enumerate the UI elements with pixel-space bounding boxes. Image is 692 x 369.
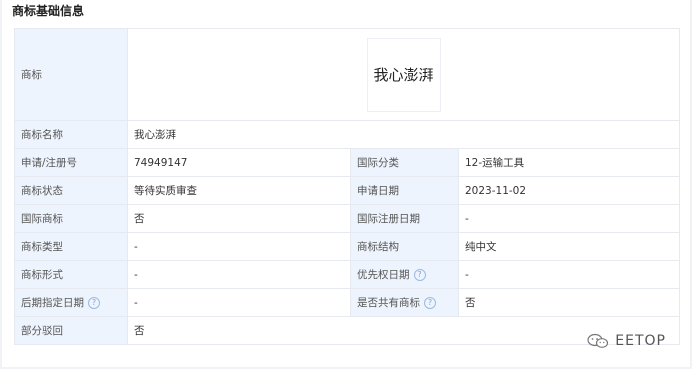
field-value: 我心澎湃 [127,120,680,149]
logo-cell: 我心澎湃 [127,28,680,121]
field-label: 国际商标 [14,204,128,233]
trademark-info-table: 商标 我心澎湃 商标名称 我心澎湃 申请/注册号 74949147 国际分类 1… [14,28,680,345]
field-label: 国际分类 [350,148,459,177]
field-label: 优先权日期 [357,269,410,281]
logo-label: 商标 [14,28,128,121]
field-value: - [127,260,351,289]
field-value: 否 [458,288,680,317]
field-label: 是否共有商标 [357,297,420,309]
field-label-with-help: 是否共有商标? [350,288,459,317]
field-label: 商标类型 [14,232,128,261]
field-value: - [127,232,351,261]
field-value: 否 [127,204,351,233]
section-title: 商标基础信息 [12,4,85,18]
wechat-icon [587,333,609,349]
table-row: 商标形式 - 优先权日期? - [14,260,680,289]
field-value: 12-运输工具 [458,148,680,177]
table-row: 国际商标 否 国际注册日期 - [14,204,680,233]
help-icon[interactable]: ? [88,297,100,309]
field-label: 商标结构 [350,232,459,261]
field-label: 商标形式 [14,260,128,289]
table-row: 后期指定日期? - 是否共有商标? 否 [14,288,680,317]
field-label-with-help: 优先权日期? [350,260,459,289]
table-row: 商标状态 等待实质审查 申请日期 2023-11-02 [14,176,680,205]
watermark: EETOP [587,333,666,349]
table-row: 商标名称 我心澎湃 [14,120,680,149]
field-label: 部分驳回 [14,316,128,345]
field-label-with-help: 后期指定日期? [14,288,128,317]
field-label: 后期指定日期 [21,297,84,309]
field-value: 纯中文 [458,232,680,261]
field-label: 申请日期 [350,176,459,205]
field-value: - [458,260,680,289]
trademark-logo-text: 我心澎湃 [373,66,434,84]
trademark-info-panel: 商标基础信息 商标 我心澎湃 商标名称 我心澎湃 申请/注册号 74949147 [2,0,690,367]
field-label: 商标状态 [14,176,128,205]
table-row: 申请/注册号 74949147 国际分类 12-运输工具 [14,148,680,177]
field-label: 商标名称 [14,120,128,149]
field-value: - [127,288,351,317]
help-icon[interactable]: ? [413,269,426,281]
trademark-logo-image[interactable]: 我心澎湃 [366,37,441,112]
field-label: 国际注册日期 [350,204,459,233]
logo-row: 商标 我心澎湃 [14,28,680,121]
table-row: 部分驳回 否 [14,316,680,345]
field-value: 2023-11-02 [458,176,680,205]
table-row: 商标类型 - 商标结构 纯中文 [14,232,680,261]
help-icon[interactable]: ? [424,297,436,309]
field-label: 申请/注册号 [14,148,128,177]
field-value: 等待实质审查 [127,176,351,205]
field-value: - [458,204,680,233]
field-value: 74949147 [127,148,351,177]
watermark-text: EETOP [615,333,666,349]
